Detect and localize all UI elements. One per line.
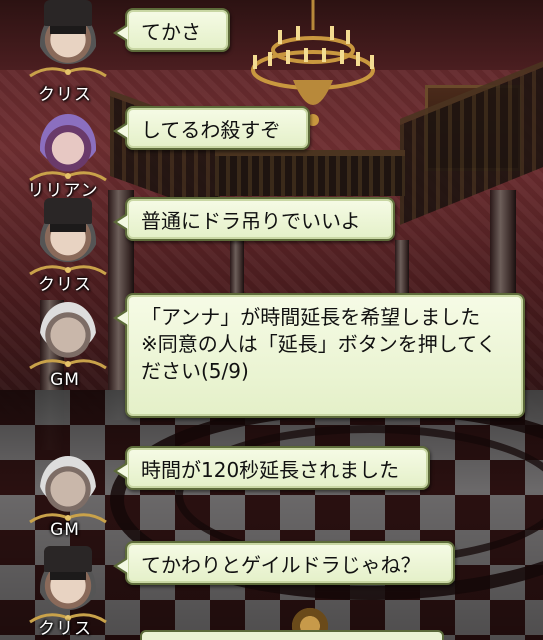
top-hat-icon — [44, 546, 92, 572]
avatar-gm[interactable] — [28, 452, 107, 528]
message-text: 普通にドラ吊りでいいよ — [141, 209, 361, 233]
message-text: てかわりとゲイルドラじゃね？ — [141, 553, 421, 577]
message-bubble: てかさ — [113, 8, 230, 52]
message-bubble: てかわりとゲイルドラじゃね？ — [113, 541, 455, 585]
message-bubble: 「アンナ」が時間延長を希望しました ※同意の人は「延長」ボタンを押してください(… — [113, 293, 525, 418]
avatar-kurisu[interactable] — [28, 0, 107, 82]
avatar-lilian[interactable] — [28, 110, 107, 186]
message-text: してるわ殺すぞ — [141, 118, 281, 142]
top-hat-icon — [44, 0, 92, 26]
message-text: 時間が120秒延長されました — [141, 458, 400, 482]
message-bubble: 時間が120秒延長されました — [113, 446, 430, 490]
speaker-name: GM — [50, 370, 80, 390]
top-hat-icon — [44, 198, 92, 224]
message-bubble: 普通にドラ吊りでいいよ — [113, 197, 395, 241]
balcony-railing — [215, 150, 405, 196]
speaker-name: クリス — [38, 275, 92, 295]
message-text: 「アンナ」が時間延長を希望しました ※同意の人は「延長」ボタンを押してください(… — [141, 305, 497, 383]
speaker-name: クリス — [38, 85, 92, 105]
speaker-name: GM — [50, 520, 80, 540]
avatar-gm[interactable] — [28, 298, 107, 374]
ornate-frame-icon — [28, 354, 108, 370]
speaker-name: クリス — [38, 619, 92, 639]
ornate-frame-icon — [28, 62, 108, 78]
message-text: てかさ — [141, 20, 201, 44]
avatar-kurisu[interactable] — [28, 198, 107, 280]
message-bubble: してるわ殺すぞ — [113, 106, 310, 150]
next-message-bubble-edge — [140, 630, 444, 640]
